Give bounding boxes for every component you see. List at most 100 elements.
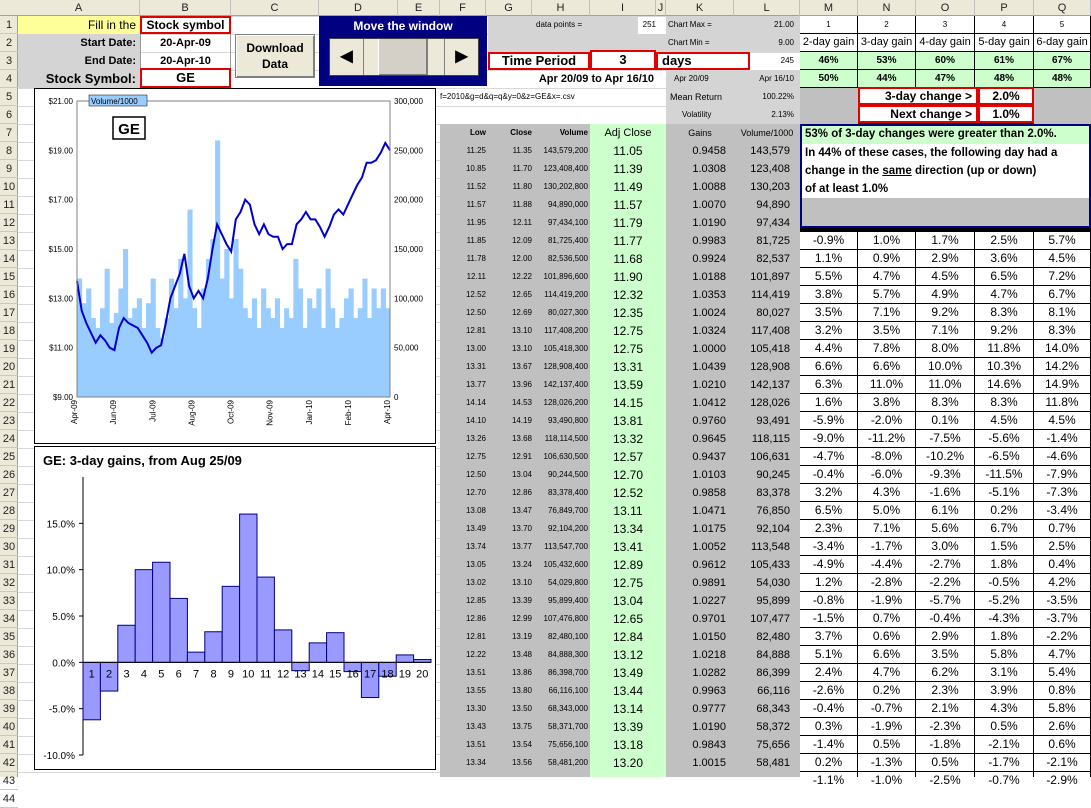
row-header[interactable]: 21: [0, 376, 18, 394]
row-header[interactable]: 17: [0, 304, 18, 322]
column-header[interactable]: E: [398, 0, 440, 16]
next-change-field[interactable]: 1.0%: [978, 105, 1034, 123]
pct-cell: 4.5%: [975, 412, 1033, 429]
row-header[interactable]: 11: [0, 196, 18, 214]
column-header[interactable]: P: [975, 0, 1034, 16]
table-cell: 13.86: [511, 668, 532, 677]
row-header[interactable]: 9: [0, 160, 18, 178]
row-header[interactable]: 35: [0, 628, 18, 646]
scroll-thumb[interactable]: [378, 39, 428, 75]
row-header[interactable]: 41: [0, 736, 18, 754]
row-header[interactable]: 38: [0, 682, 18, 700]
table-cell: 93,491: [756, 415, 790, 427]
row-header[interactable]: 36: [0, 646, 18, 664]
row-header[interactable]: 25: [0, 448, 18, 466]
row-header[interactable]: 39: [0, 700, 18, 718]
scroll-right-button[interactable]: ▶: [444, 39, 478, 75]
row-header[interactable]: 10: [0, 178, 18, 196]
row-header[interactable]: 28: [0, 502, 18, 520]
stock-symbol-field[interactable]: GE: [140, 68, 231, 88]
column-header[interactable]: F: [440, 0, 486, 16]
row-header[interactable]: 27: [0, 484, 18, 502]
table-cell: 83,378: [756, 487, 790, 499]
table-cell: 11.78: [466, 254, 486, 263]
row-header[interactable]: 34: [0, 610, 18, 628]
column-header[interactable]: K: [666, 0, 734, 16]
table-cell: 1.0015: [692, 757, 726, 769]
pct-cell: 6.6%: [800, 358, 857, 375]
pct-cell: -7.3%: [1034, 484, 1090, 501]
row-header[interactable]: 19: [0, 340, 18, 358]
row-header[interactable]: 4: [0, 70, 18, 88]
column-header[interactable]: O: [916, 0, 975, 16]
column-header[interactable]: I: [590, 0, 656, 16]
gains-bar-chart[interactable]: GE: 3-day gains, from Aug 25/09 15.0% 10.0…: [34, 446, 436, 770]
row-header[interactable]: 15: [0, 268, 18, 286]
gain-pct: 60%: [916, 52, 974, 69]
column-header[interactable]: D: [319, 0, 398, 16]
row-header[interactable]: 31: [0, 556, 18, 574]
table-cell: 11.79: [613, 216, 643, 230]
table-cell: 12.65: [612, 612, 644, 626]
row-header[interactable]: 43: [0, 772, 18, 790]
column-header[interactable]: C: [231, 0, 319, 16]
volume-bar: [270, 318, 276, 397]
volume-bar: [224, 249, 230, 397]
scrollbar[interactable]: ◀ ▶: [329, 38, 479, 76]
row-header[interactable]: 23: [0, 412, 18, 430]
pct-cell: 6.1%: [916, 502, 974, 519]
low-header: Low: [470, 128, 486, 137]
price-volume-chart[interactable]: $21.00 $19.00 $17.00 $15.00 $13.00 $11.00 $9.0…: [34, 88, 436, 444]
pct-cell: -10.2%: [916, 448, 974, 465]
column-header[interactable]: M: [800, 0, 858, 16]
row-header[interactable]: 33: [0, 592, 18, 610]
row-header[interactable]: 8: [0, 142, 18, 160]
column-header[interactable]: Q: [1034, 0, 1091, 16]
row-header[interactable]: 5: [0, 88, 18, 106]
row-header[interactable]: 3: [0, 52, 18, 70]
chart-min-value: 9.00: [734, 34, 800, 52]
volatility-value: 2.13%: [734, 106, 800, 124]
table-cell: 12.69: [511, 308, 532, 317]
row-header[interactable]: 1: [0, 16, 18, 34]
row-header[interactable]: 26: [0, 466, 18, 484]
column-header[interactable]: J: [656, 0, 666, 16]
row-header[interactable]: 20: [0, 358, 18, 376]
time-period-field[interactable]: 3: [590, 50, 656, 70]
row-header[interactable]: 18: [0, 322, 18, 340]
row-header[interactable]: 42: [0, 754, 18, 772]
row-header[interactable]: 6: [0, 106, 18, 124]
row-header[interactable]: 14: [0, 250, 18, 268]
row-header[interactable]: 29: [0, 520, 18, 538]
start-date-field[interactable]: 20-Apr-09: [140, 34, 231, 52]
row-header[interactable]: 12: [0, 214, 18, 232]
column-header[interactable]: A: [18, 0, 140, 16]
volume-bar: [265, 308, 271, 397]
column-header[interactable]: N: [858, 0, 916, 16]
column-header[interactable]: L: [734, 0, 800, 16]
download-data-button[interactable]: Download Data: [235, 34, 315, 78]
row-header[interactable]: 16: [0, 286, 18, 304]
row-header[interactable]: 7: [0, 124, 18, 142]
row-header[interactable]: 2: [0, 34, 18, 52]
row-header[interactable]: 32: [0, 574, 18, 592]
column-header[interactable]: H: [532, 0, 590, 16]
row-header[interactable]: 40: [0, 718, 18, 736]
pct-cell: -0.4%: [800, 466, 857, 483]
y-tick-label: $15.00: [49, 245, 74, 254]
row-header[interactable]: 22: [0, 394, 18, 412]
row-header[interactable]: 37: [0, 664, 18, 682]
column-header[interactable]: B: [140, 0, 231, 16]
change-threshold-field[interactable]: 2.0%: [978, 87, 1034, 105]
pct-cell: 3.8%: [800, 286, 857, 303]
pct-cell: 1.6%: [800, 394, 857, 411]
scroll-left-button[interactable]: ◀: [330, 39, 364, 75]
col-number: 1: [800, 16, 857, 33]
column-header[interactable]: G: [486, 0, 532, 16]
row-header[interactable]: 13: [0, 232, 18, 250]
row-header[interactable]: 44: [0, 790, 18, 808]
row-header[interactable]: 30: [0, 538, 18, 556]
row-header[interactable]: 24: [0, 430, 18, 448]
pct-cell: 2.5%: [975, 232, 1033, 249]
table-cell: 12.99: [511, 614, 532, 623]
